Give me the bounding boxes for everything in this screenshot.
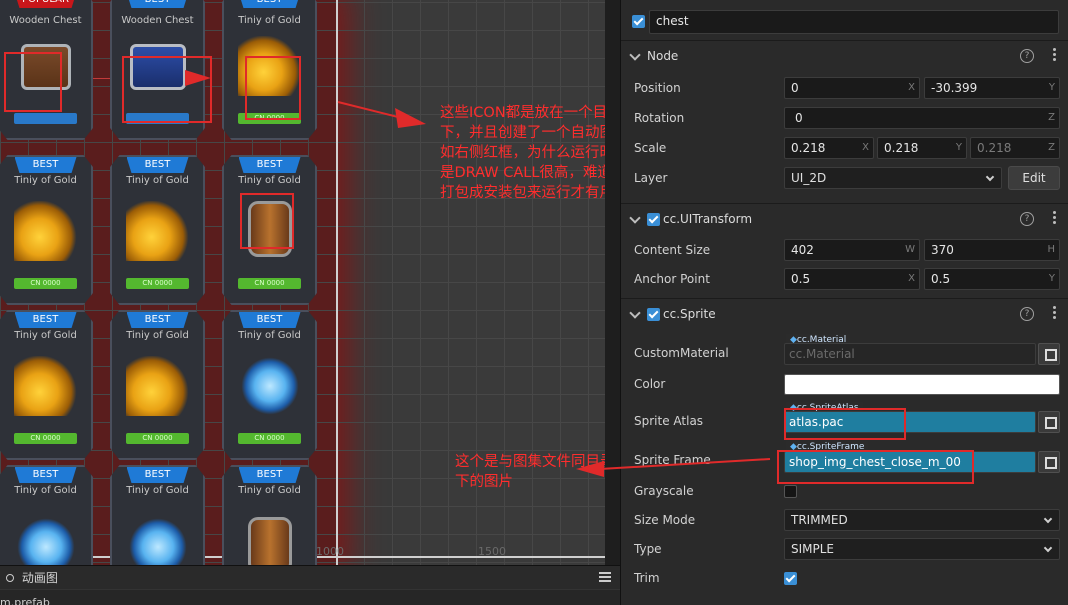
section-title: cc.UITransform (663, 212, 753, 226)
help-icon[interactable]: ? (1020, 307, 1034, 321)
annotation-text: 这些ICON都是放在一个目录下，并且创建了一个自动图集如右侧红框，为什么运行时还… (440, 105, 605, 201)
prefab-filename[interactable]: m.prefab (0, 596, 50, 605)
size-mode-select[interactable]: TRIMMED (784, 509, 1060, 531)
pick-asset-icon[interactable] (1038, 411, 1060, 433)
node-active-checkbox[interactable] (632, 15, 645, 28)
grayscale-checkbox[interactable] (784, 485, 797, 498)
trim-label: Trim (634, 571, 660, 585)
color-swatch[interactable] (784, 374, 1060, 395)
help-icon[interactable]: ? (1020, 49, 1034, 63)
sprite-enabled-checkbox[interactable] (647, 308, 660, 321)
trim-checkbox[interactable] (784, 572, 797, 585)
anchor-x-input[interactable]: 0.5 X (784, 268, 920, 290)
help-icon[interactable]: ? (1020, 212, 1034, 226)
color-label: Color (634, 377, 666, 391)
chevron-down-icon[interactable] (629, 212, 641, 224)
bottom-panel: 动画图 m.prefab (0, 565, 620, 605)
more-icon[interactable] (1053, 211, 1056, 225)
highlight-box (784, 408, 906, 440)
section-title: cc.Sprite (663, 307, 716, 321)
uitransform-enabled-checkbox[interactable] (647, 213, 660, 226)
position-label: Position (634, 81, 681, 95)
section-title: Node (647, 49, 679, 63)
tab-animation-graph[interactable]: 动画图 (0, 566, 620, 590)
highlight-box (777, 450, 974, 484)
type-label: Type (634, 542, 662, 556)
annotation-arrow-bottom (576, 458, 771, 477)
chevron-down-icon (985, 172, 995, 182)
node-section-header[interactable]: Node ? (621, 40, 1068, 70)
position-y-input[interactable]: -30.399 Y (924, 77, 1060, 99)
tab-label: 动画图 (21, 571, 58, 585)
size-mode-label: Size Mode (634, 513, 696, 527)
pick-asset-icon[interactable] (1038, 451, 1060, 473)
inspector-panel: chest Node ? Position 0X -30.399 Y Rotati… (620, 0, 1068, 605)
anchor-point-label: Anchor Point (634, 272, 710, 286)
layer-label: Layer (634, 171, 668, 185)
type-select[interactable]: SIMPLE (784, 538, 1060, 560)
layer-select[interactable]: UI_2D (784, 167, 1002, 189)
pick-asset-icon[interactable] (1038, 343, 1060, 365)
rotation-z-input[interactable]: 0Z (784, 107, 1060, 129)
more-icon[interactable] (1053, 306, 1056, 320)
sprite-section-header[interactable]: cc.Sprite ? (621, 298, 1068, 328)
scale-z-input[interactable]: 0.218 Z (970, 137, 1060, 159)
sprite-atlas-label: Sprite Atlas (634, 414, 704, 428)
scale-y-input[interactable]: 0.218 Y (877, 137, 967, 159)
custom-material-field[interactable]: cc.Material (784, 343, 1036, 365)
chevron-down-icon (1043, 543, 1053, 553)
grayscale-label: Grayscale (634, 484, 694, 498)
scene-view[interactable]: 500 1000 1500 POPULAR Wooden Chest BEST … (0, 0, 605, 565)
node-name-input[interactable]: chest (649, 10, 1059, 34)
edit-layer-button[interactable]: Edit (1008, 166, 1060, 190)
chevron-down-icon[interactable] (629, 49, 641, 61)
anchor-y-input[interactable]: 0.5 Y (924, 268, 1060, 290)
uitransform-section-header[interactable]: cc.UITransform ? (621, 203, 1068, 233)
scale-label: Scale (634, 141, 667, 155)
scale-x-input[interactable]: 0.218 X (784, 137, 874, 159)
more-icon[interactable] (1053, 48, 1056, 62)
chevron-down-icon[interactable] (629, 307, 641, 319)
content-size-label: Content Size (634, 243, 711, 257)
custom-material-label: CustomMaterial (634, 346, 729, 360)
content-width-input[interactable]: 402 W (784, 239, 920, 261)
chevron-down-icon (1043, 514, 1053, 524)
animation-icon (6, 574, 14, 582)
content-height-input[interactable]: 370 H (924, 239, 1060, 261)
position-x-input[interactable]: 0X (784, 77, 920, 99)
menu-icon[interactable] (598, 570, 612, 584)
rotation-label: Rotation (634, 111, 685, 125)
